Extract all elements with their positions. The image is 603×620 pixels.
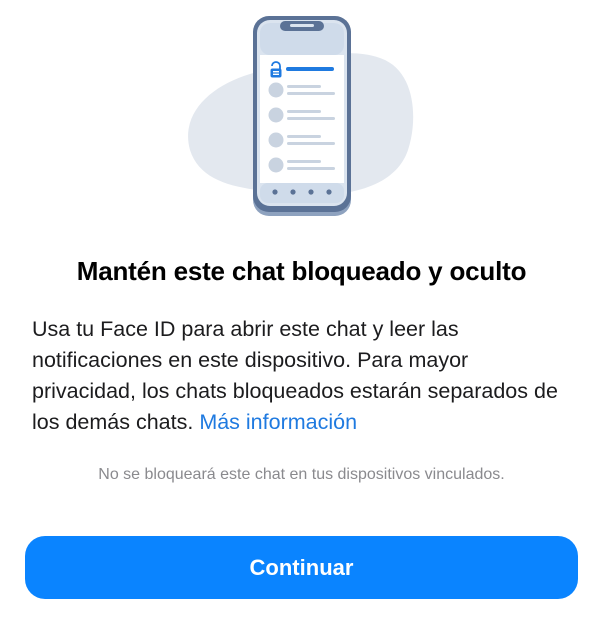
linked-devices-note: No se bloqueará este chat en tus disposi… xyxy=(98,466,505,483)
sheet-description: Usa tu Face ID para abrir este chat y le… xyxy=(32,314,577,438)
sheet-title: Mantén este chat bloqueado y oculto xyxy=(76,256,527,286)
phone-with-locked-chat-list-icon xyxy=(188,16,414,216)
more-info-link[interactable]: Más información xyxy=(199,410,357,434)
chat-lock-sheet: Mantén este chat bloqueado y oculto Usa … xyxy=(0,0,603,620)
continue-button[interactable]: Continuar xyxy=(25,536,578,599)
locked-chats-bar xyxy=(286,67,334,71)
phone-speaker xyxy=(290,24,314,27)
